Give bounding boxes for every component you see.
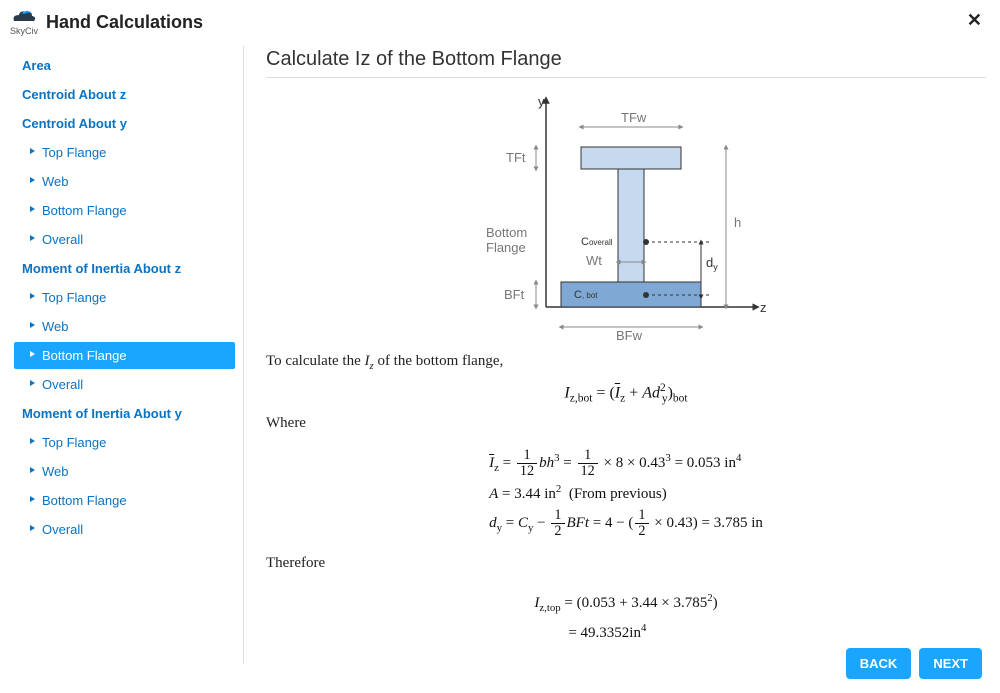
equation-result: Iz,top = (0.053 + 3.44 × 3.7852) = 49.33… bbox=[266, 582, 986, 654]
close-icon[interactable]: ✕ bbox=[967, 10, 982, 31]
sidebar-item-web[interactable]: Web bbox=[14, 313, 235, 340]
axis-z-label: z bbox=[760, 300, 767, 315]
sidebar-item-centroid-about-y[interactable]: Centroid About y bbox=[14, 110, 235, 137]
sidebar-item-web[interactable]: Web bbox=[14, 458, 235, 485]
dim-bfw: BFw bbox=[616, 328, 643, 342]
cross-section-diagram: y z TFw TFt h Bottom Flange bbox=[266, 92, 986, 345]
sidebar-item-centroid-about-z[interactable]: Centroid About z bbox=[14, 81, 235, 108]
axis-y-label: y bbox=[538, 94, 545, 109]
label-bottom-flange: Bottom bbox=[486, 225, 527, 240]
modal-header: SkyCiv Hand Calculations ✕ bbox=[0, 0, 1000, 46]
brand-logo: SkyCiv bbox=[10, 8, 38, 36]
sidebar-item-area[interactable]: Area bbox=[14, 52, 235, 79]
dim-tft: TFt bbox=[506, 150, 526, 165]
brand-text: SkyCiv bbox=[10, 26, 38, 36]
back-button[interactable]: BACK bbox=[846, 648, 912, 679]
therefore-label: Therefore bbox=[266, 555, 986, 572]
label-coverall: Coverall bbox=[581, 236, 613, 248]
where-label: Where bbox=[266, 415, 986, 432]
intro-text: To calculate the Iz of the bottom flange… bbox=[266, 353, 986, 372]
sidebar-item-overall[interactable]: Overall bbox=[14, 371, 235, 398]
sidebar-item-bottom-flange[interactable]: Bottom Flange bbox=[14, 197, 235, 224]
equation-parallel-axis: Iz,bot = (Iz + Ad2y)bot bbox=[266, 382, 986, 405]
svg-text:Flange: Flange bbox=[486, 240, 526, 255]
label-cbot: C, bot bbox=[574, 289, 598, 301]
dim-bft: BFt bbox=[504, 287, 525, 302]
modal-footer: BACK NEXT bbox=[846, 648, 982, 679]
sidebar-item-bottom-flange[interactable]: Bottom Flange bbox=[14, 342, 235, 369]
next-button[interactable]: NEXT bbox=[919, 648, 982, 679]
sidebar-item-overall[interactable]: Overall bbox=[14, 226, 235, 253]
dim-dy: dy bbox=[706, 255, 718, 272]
dim-tfw: TFw bbox=[621, 110, 647, 125]
modal-title: Hand Calculations bbox=[46, 12, 203, 33]
sidebar-item-moment-of-inertia-about-z[interactable]: Moment of Inertia About z bbox=[14, 255, 235, 282]
sidebar-item-overall[interactable]: Overall bbox=[14, 516, 235, 543]
dim-wt: Wt bbox=[586, 253, 602, 268]
equation-substitutions: Iz = 112bh3 = 112 × 8 × 0.433 = 0.053 in… bbox=[266, 442, 986, 545]
dim-h: h bbox=[734, 215, 741, 230]
sidebar-item-web[interactable]: Web bbox=[14, 168, 235, 195]
section-heading: Calculate Iz of the Bottom Flange bbox=[266, 48, 986, 78]
sidebar-item-bottom-flange[interactable]: Bottom Flange bbox=[14, 487, 235, 514]
sidebar-item-top-flange[interactable]: Top Flange bbox=[14, 139, 235, 166]
sidebar-item-moment-of-inertia-about-y[interactable]: Moment of Inertia About y bbox=[14, 400, 235, 427]
nav-sidebar: AreaCentroid About zCentroid About yTop … bbox=[14, 46, 244, 664]
content-pane: Calculate Iz of the Bottom Flange y z bbox=[244, 46, 986, 664]
sidebar-item-top-flange[interactable]: Top Flange bbox=[14, 284, 235, 311]
sidebar-item-top-flange[interactable]: Top Flange bbox=[14, 429, 235, 456]
